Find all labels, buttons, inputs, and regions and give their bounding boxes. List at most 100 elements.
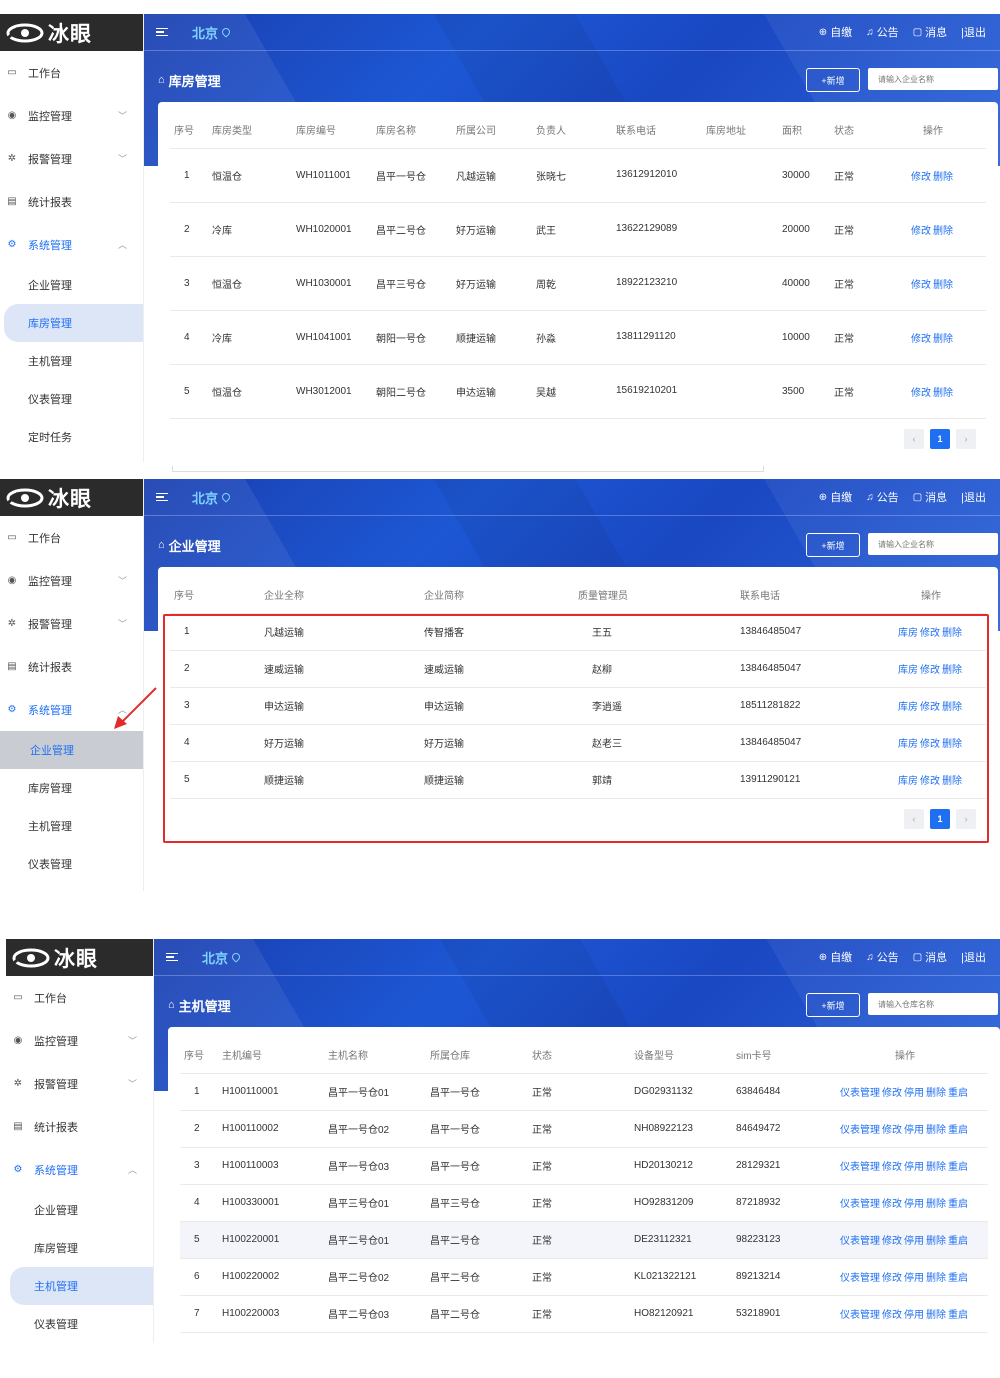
row-action-link[interactable]: 删除 <box>933 334 953 345</box>
row-action-link[interactable]: 仪表管理 <box>840 1310 880 1321</box>
row-action-link[interactable]: 删除 <box>933 172 953 183</box>
row-action-link[interactable]: 删除 <box>926 1310 946 1321</box>
sidebar-item-workbench[interactable]: ▭ 工作台 <box>0 51 143 94</box>
sidebar-item-system[interactable]: ⚙ 系统管理 ︿ <box>0 223 143 266</box>
row-action-link[interactable]: 修改 <box>920 776 940 787</box>
sidebar-sub-enterprise[interactable]: 企业管理 <box>0 266 143 304</box>
row-action-link[interactable]: 停用 <box>904 1273 924 1284</box>
row-action-link[interactable]: 重启 <box>948 1236 968 1247</box>
row-action-link[interactable]: 修改 <box>920 665 940 676</box>
message-link[interactable]: ▢ 消息 <box>913 24 947 40</box>
row-action-link[interactable]: 修改 <box>882 1310 902 1321</box>
sidebar-item-report[interactable]: ▤ 统计报表 <box>6 1105 153 1148</box>
prev-page-button[interactable]: ‹ <box>904 808 924 829</box>
message-link[interactable]: ▢ 消息 <box>913 949 947 965</box>
notice-link[interactable]: ♫ 公告 <box>866 24 899 40</box>
row-action-link[interactable]: 重启 <box>948 1125 968 1136</box>
row-action-link[interactable]: 删除 <box>926 1088 946 1099</box>
page-button[interactable]: 1 <box>930 808 950 829</box>
row-action-link[interactable]: 重启 <box>948 1273 968 1284</box>
logout-link[interactable]: |退出 <box>961 24 986 40</box>
row-action-link[interactable]: 库房 <box>898 702 918 713</box>
row-action-link[interactable]: 修改 <box>882 1125 902 1136</box>
city-selector[interactable]: 北京 <box>202 948 242 967</box>
sidebar-sub-host[interactable]: 主机管理 <box>0 342 143 380</box>
city-selector[interactable]: 北京 <box>192 23 232 42</box>
sidebar-sub-meter[interactable]: 仪表管理 <box>6 1305 153 1343</box>
sidebar-item-workbench[interactable]: ▭ 工作台 <box>6 976 153 1019</box>
add-button[interactable]: +新增 <box>806 533 860 557</box>
row-action-link[interactable]: 修改 <box>882 1273 902 1284</box>
row-action-link[interactable]: 停用 <box>904 1310 924 1321</box>
menu-toggle-icon[interactable] <box>156 492 168 502</box>
row-action-link[interactable]: 删除 <box>926 1273 946 1284</box>
sidebar-item-monitor[interactable]: ◉ 监控管理 ﹀ <box>6 1019 153 1062</box>
row-action-link[interactable]: 库房 <box>898 739 918 750</box>
row-action-link[interactable]: 停用 <box>904 1199 924 1210</box>
logout-link[interactable]: |退出 <box>961 489 986 505</box>
row-action-link[interactable]: 删除 <box>942 739 962 750</box>
search-input[interactable] <box>868 68 998 90</box>
search-input[interactable] <box>868 533 998 555</box>
sidebar-sub-enterprise[interactable]: 企业管理 <box>6 1191 153 1229</box>
row-action-link[interactable]: 删除 <box>933 388 953 399</box>
city-selector[interactable]: 北京 <box>192 488 232 507</box>
row-action-link[interactable]: 修改 <box>911 388 931 399</box>
row-action-link[interactable]: 库房 <box>898 665 918 676</box>
row-action-link[interactable]: 修改 <box>911 280 931 291</box>
add-button[interactable]: +新增 <box>806 993 860 1017</box>
sidebar-item-monitor[interactable]: ◉ 监控管理 ﹀ <box>0 559 143 602</box>
pay-link[interactable]: ⊕ 自缴 <box>819 24 852 40</box>
notice-link[interactable]: ♫ 公告 <box>866 949 899 965</box>
row-action-link[interactable]: 仪表管理 <box>840 1199 880 1210</box>
row-action-link[interactable]: 库房 <box>898 776 918 787</box>
row-action-link[interactable]: 仪表管理 <box>840 1088 880 1099</box>
row-action-link[interactable]: 停用 <box>904 1125 924 1136</box>
sidebar-sub-host[interactable]: 主机管理 <box>10 1267 153 1305</box>
row-action-link[interactable]: 修改 <box>920 739 940 750</box>
page-button[interactable]: 1 <box>930 428 950 449</box>
message-link[interactable]: ▢ 消息 <box>913 489 947 505</box>
row-action-link[interactable]: 删除 <box>926 1236 946 1247</box>
menu-toggle-icon[interactable] <box>156 27 168 37</box>
sidebar-sub-warehouse[interactable]: 库房管理 <box>6 1229 153 1267</box>
next-page-button[interactable]: › <box>956 428 976 449</box>
row-action-link[interactable]: 删除 <box>942 776 962 787</box>
pay-link[interactable]: ⊕ 自缴 <box>819 489 852 505</box>
row-action-link[interactable]: 仪表管理 <box>840 1273 880 1284</box>
sidebar-sub-meter[interactable]: 仪表管理 <box>0 845 143 883</box>
row-action-link[interactable]: 删除 <box>933 280 953 291</box>
menu-toggle-icon[interactable] <box>166 952 178 962</box>
row-action-link[interactable]: 仪表管理 <box>840 1236 880 1247</box>
sidebar-item-workbench[interactable]: ▭ 工作台 <box>0 516 143 559</box>
row-action-link[interactable]: 删除 <box>942 702 962 713</box>
row-action-link[interactable]: 重启 <box>948 1310 968 1321</box>
sidebar-item-monitor[interactable]: ◉ 监控管理 ﹀ <box>0 94 143 137</box>
row-action-link[interactable]: 停用 <box>904 1236 924 1247</box>
row-action-link[interactable]: 修改 <box>882 1199 902 1210</box>
row-action-link[interactable]: 修改 <box>911 172 931 183</box>
row-action-link[interactable]: 仪表管理 <box>840 1162 880 1173</box>
row-action-link[interactable]: 删除 <box>942 665 962 676</box>
row-action-link[interactable]: 删除 <box>926 1125 946 1136</box>
row-action-link[interactable]: 停用 <box>904 1088 924 1099</box>
pay-link[interactable]: ⊕ 自缴 <box>819 949 852 965</box>
row-action-link[interactable]: 修改 <box>911 226 931 237</box>
row-action-link[interactable]: 修改 <box>882 1236 902 1247</box>
row-action-link[interactable]: 修改 <box>882 1088 902 1099</box>
row-action-link[interactable]: 重启 <box>948 1162 968 1173</box>
sidebar-item-system[interactable]: ⚙ 系统管理 ︿ <box>6 1148 153 1191</box>
row-action-link[interactable]: 删除 <box>933 226 953 237</box>
sidebar-sub-meter[interactable]: 仪表管理 <box>0 380 143 418</box>
row-action-link[interactable]: 删除 <box>942 628 962 639</box>
sidebar-item-alarm[interactable]: ✲ 报警管理 ﹀ <box>6 1062 153 1105</box>
sidebar-sub-timer[interactable]: 定时任务 <box>0 418 143 456</box>
row-action-link[interactable]: 停用 <box>904 1162 924 1173</box>
sidebar-item-system[interactable]: ⚙ 系统管理 ︿ <box>0 688 143 731</box>
add-button[interactable]: +新增 <box>806 68 860 92</box>
prev-page-button[interactable]: ‹ <box>904 428 924 449</box>
search-input[interactable] <box>868 993 998 1015</box>
sidebar-sub-warehouse[interactable]: 库房管理 <box>0 769 143 807</box>
row-action-link[interactable]: 修改 <box>920 628 940 639</box>
row-action-link[interactable]: 删除 <box>926 1199 946 1210</box>
